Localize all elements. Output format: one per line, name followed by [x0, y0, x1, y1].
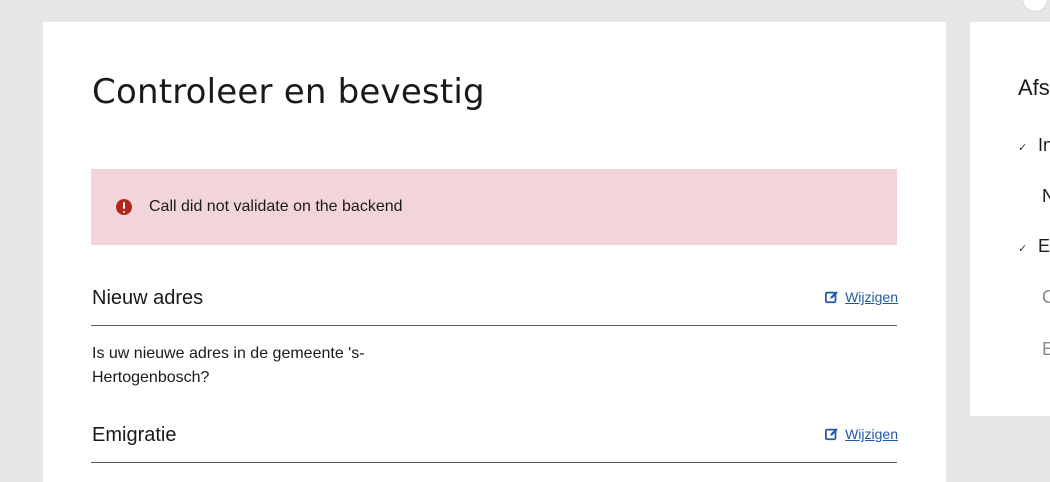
edit-link-emigratie[interactable]: Wijzigen — [825, 425, 898, 443]
section-heading-nieuw-adres: Nieuw adres — [92, 287, 204, 309]
sidebar-item-4[interactable]: C — [1042, 286, 1050, 308]
sidebar-item-label: In — [1038, 135, 1050, 155]
error-message: Call did not validate on the backend — [149, 198, 403, 215]
corner-button[interactable] — [1022, 0, 1048, 12]
sidebar-item-3[interactable]: ✓ E — [1018, 235, 1050, 260]
sidebar-item-1[interactable]: ✓ In — [1018, 134, 1050, 159]
sidebar-item-label: C — [1042, 287, 1050, 307]
section-heading-emigratie: Emigratie — [92, 424, 177, 446]
question-nieuw-adres: Is uw nieuwe adres in de gemeente 's-Her… — [92, 345, 365, 386]
section-divider — [91, 462, 897, 463]
sidebar-item-label: E — [1038, 236, 1050, 256]
check-icon: ✓ — [1018, 243, 1028, 255]
edit-icon — [825, 291, 838, 304]
error-alert: Call did not validate on the backend — [91, 169, 897, 245]
exclamation-circle-icon — [116, 199, 132, 215]
section-divider — [91, 325, 897, 326]
check-icon: ✓ — [1018, 142, 1028, 154]
sidebar-title: Afs — [1018, 75, 1050, 100]
edit-link-label: Wijzigen — [845, 289, 898, 305]
progress-sidebar: Afs ✓ In N ✓ E C E — [970, 22, 1050, 416]
sidebar-item-label: E — [1042, 339, 1050, 359]
sidebar-item-2[interactable]: N — [1042, 185, 1050, 207]
edit-icon — [825, 428, 838, 441]
sidebar-item-label: N — [1042, 186, 1050, 206]
edit-link-label: Wijzigen — [845, 426, 898, 442]
sidebar-item-5[interactable]: E — [1042, 338, 1050, 360]
edit-link-nieuw-adres[interactable]: Wijzigen — [825, 288, 898, 306]
main-card: Controleer en bevestig Call did not vali… — [43, 22, 946, 482]
page-title: Controleer en bevestig — [92, 72, 485, 112]
